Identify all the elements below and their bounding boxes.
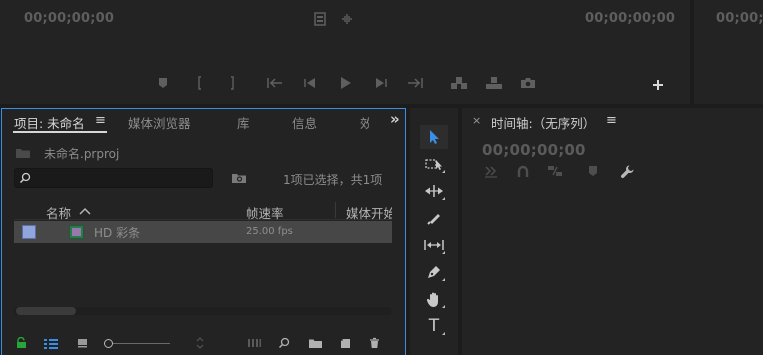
go-to-in-icon[interactable] [266,75,284,91]
label-color-swatch[interactable] [22,225,36,239]
track-select-more-icon [442,170,445,173]
add-button-icon[interactable] [650,77,666,93]
insert-icon[interactable] [449,75,469,91]
mark-in-icon[interactable] [193,75,207,91]
column-header-media-start-label: 媒体开始 [346,206,392,221]
project-file-name: 未命名.prproj [44,147,120,161]
nest-toggle-icon[interactable] [483,163,499,179]
track-select-tool[interactable] [420,152,448,176]
drag-audio-icon[interactable] [340,11,354,27]
column-header-frame-rate[interactable]: 帧速率 [246,203,284,222]
bin-folder-icon [14,146,32,160]
new-bin-icon[interactable] [306,336,324,350]
add-marker-icon[interactable] [155,75,171,91]
type-tool-glyph: T [428,316,440,336]
search-icon [18,171,32,185]
drag-video-icon[interactable] [313,11,327,27]
type-more-icon [442,332,445,335]
icon-view-icon[interactable] [75,336,89,350]
column-divider [335,202,336,218]
step-back-icon[interactable] [302,75,318,91]
clip-icon-inner [72,228,81,236]
source-timecode-in[interactable]: 00;00;00;00 [24,11,114,26]
hand-tool[interactable] [420,287,448,311]
timeline-menu-icon[interactable]: ≡ [606,113,617,128]
project-tab-menu-icon[interactable]: ≡ [95,113,106,128]
new-item-icon[interactable] [338,336,352,350]
timeline-title[interactable]: 时间轴:（无序列） [491,113,595,132]
clip-name: HD 彩条 [94,226,141,240]
export-frame-icon[interactable] [519,75,537,91]
column-header-media-start[interactable]: 媒体开始 [346,203,392,222]
pen-tool[interactable] [420,260,448,284]
lock-icon[interactable] [14,336,28,350]
program-timecode[interactable]: 00;00;0 [716,11,763,26]
tab-media-browser[interactable]: 媒体浏览器 [128,113,191,132]
step-forward-icon[interactable] [373,75,389,91]
sort-icons-icon[interactable] [193,336,207,350]
table-row[interactable]: HD 彩条 25.00 fps [14,221,392,243]
linked-selection-icon[interactable] [546,163,564,179]
active-tab-underline [13,131,107,133]
ripple-edit-tool[interactable] [420,179,448,203]
pen-more-icon [442,278,445,281]
column-header-name[interactable]: 名称 [46,203,71,222]
razor-tool[interactable] [420,206,448,230]
selection-tool[interactable] [420,125,448,149]
zoom-slider-thumb[interactable] [104,339,113,348]
search-input[interactable] [14,168,213,188]
sequence-clip-icon [69,225,84,239]
type-tool[interactable]: T [420,314,448,338]
snap-icon[interactable] [515,163,531,179]
clip-frame-rate: 25.00 fps [246,226,293,237]
add-marker-timeline-icon[interactable] [585,163,601,179]
timeline-timecode[interactable]: 00;00;00;00 [482,141,586,159]
source-timecode-out[interactable]: 00;00;00;00 [585,11,675,26]
play-icon[interactable] [337,74,355,92]
automate-to-sequence-icon[interactable] [245,336,263,350]
selection-status: 1项已选择，共1项 [283,173,383,187]
go-to-out-icon[interactable] [406,75,424,91]
panel-overflow-icon[interactable]: » [390,110,400,128]
horizontal-scrollbar-thumb[interactable] [16,307,76,315]
ripple-edit-more-icon [442,197,445,200]
tab-effects-clipped[interactable]: 效 [360,113,369,132]
mark-out-icon[interactable] [225,75,239,91]
timeline-settings-wrench-icon[interactable] [618,162,636,180]
clear-trash-icon[interactable] [367,336,381,350]
overwrite-icon[interactable] [484,75,504,91]
slip-more-icon [442,251,445,254]
find-bin-icon[interactable] [230,171,248,185]
tab-libraries[interactable]: 库 [237,113,250,132]
slip-tool[interactable] [420,233,448,257]
tab-info[interactable]: 信息 [292,113,317,132]
timeline-close-icon[interactable]: × [472,114,481,127]
list-view-icon[interactable] [42,336,60,350]
find-icon[interactable] [277,336,291,350]
sort-ascending-icon[interactable] [78,206,92,216]
tab-project[interactable]: 项目: 未命名 [14,113,85,132]
zoom-slider-track[interactable] [108,343,170,344]
hand-more-icon [442,305,445,308]
tab-effects-label: 效 [360,116,369,131]
